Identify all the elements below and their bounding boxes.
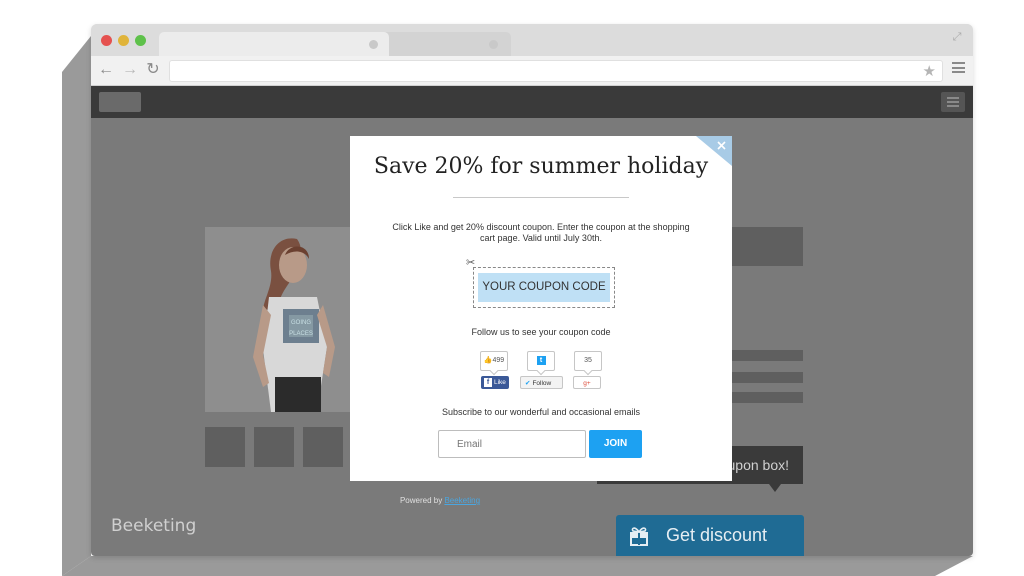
text-line-placeholder [731,350,803,361]
shirt-text-line-2: PLACES [289,331,313,337]
facebook-icon: f [484,378,492,387]
site-menu-button[interactable] [941,92,965,112]
email-field[interactable] [438,430,586,458]
title-divider [453,197,629,198]
maximize-window-button[interactable] [135,35,146,46]
product-title-placeholder [731,227,803,266]
expand-icon[interactable]: ⤢ [951,31,963,43]
site-logo-placeholder[interactable] [99,92,141,112]
star-icon[interactable]: ★ [923,62,936,80]
brand-name: Beeketing [111,516,197,536]
screen: ⤢ ← → ↻ ★ GOING PLACES upon box! Get dis… [0,0,1024,576]
subscribe-text: Subscribe to our wonderful and occasiona… [441,407,641,417]
get-discount-label: Get discount [666,525,768,545]
text-line-placeholder [731,392,803,403]
site-header [91,86,973,118]
get-discount-button[interactable]: Get discount [616,515,804,556]
menu-icon[interactable] [952,62,965,73]
google-plus-count: 35 [574,351,602,371]
reload-icon[interactable]: ↻ [144,60,162,80]
model-illustration: GOING PLACES [205,227,350,412]
powered-by: Powered by Beeketing [91,496,881,505]
twitter-small-icon: ✔ [525,380,531,387]
gift-icon [630,527,648,546]
join-button[interactable]: JOIN [589,430,642,458]
tab-bar: ⤢ [91,24,973,56]
product-image: GOING PLACES [205,227,350,412]
google-plus-button[interactable]: g+ [573,376,601,389]
forward-arrow-icon[interactable]: → [121,60,139,80]
thumbnail-2[interactable] [254,427,294,467]
address-bar[interactable]: ★ [169,60,943,82]
thumbnail-1[interactable] [205,427,245,467]
follow-text: Follow us to see your coupon code [471,327,611,337]
coupon-code[interactable]: YOUR COUPON CODE [478,273,610,302]
browser-tab-inactive[interactable] [381,32,511,56]
close-window-button[interactable] [101,35,112,46]
text-line-placeholder [731,372,803,383]
beeketing-logo: Beeketing [111,516,196,536]
coupon-box: YOUR COUPON CODE [473,267,615,308]
back-arrow-icon[interactable]: ← [97,60,115,80]
shirt-text-line-1: GOING [291,320,311,326]
powered-by-link[interactable]: Beeketing [444,496,480,505]
facebook-like-button[interactable]: f Like [481,376,509,389]
browser-tab-active[interactable] [159,32,389,56]
coupon-popup: Save 20% for summer holiday Click Like a… [350,136,732,481]
popup-title: Save 20% for summer holiday [373,154,709,179]
minimize-window-button[interactable] [118,35,129,46]
thumbnail-3[interactable] [303,427,343,467]
tooltip-text: upon box! [727,457,790,473]
twitter-follow-button[interactable]: ✔ Follow [520,376,563,389]
powered-by-prefix: Powered by [399,496,443,505]
facebook-like-count: 👍499 [480,351,508,371]
thumbs-up-icon: 👍 [483,357,493,364]
popup-description: Click Like and get 20% discount coupon. … [392,222,690,243]
twitter-count-box: t [527,351,555,371]
browser-toolbar: ← → ↻ ★ [91,56,973,86]
twitter-bird-icon: t [536,356,546,365]
